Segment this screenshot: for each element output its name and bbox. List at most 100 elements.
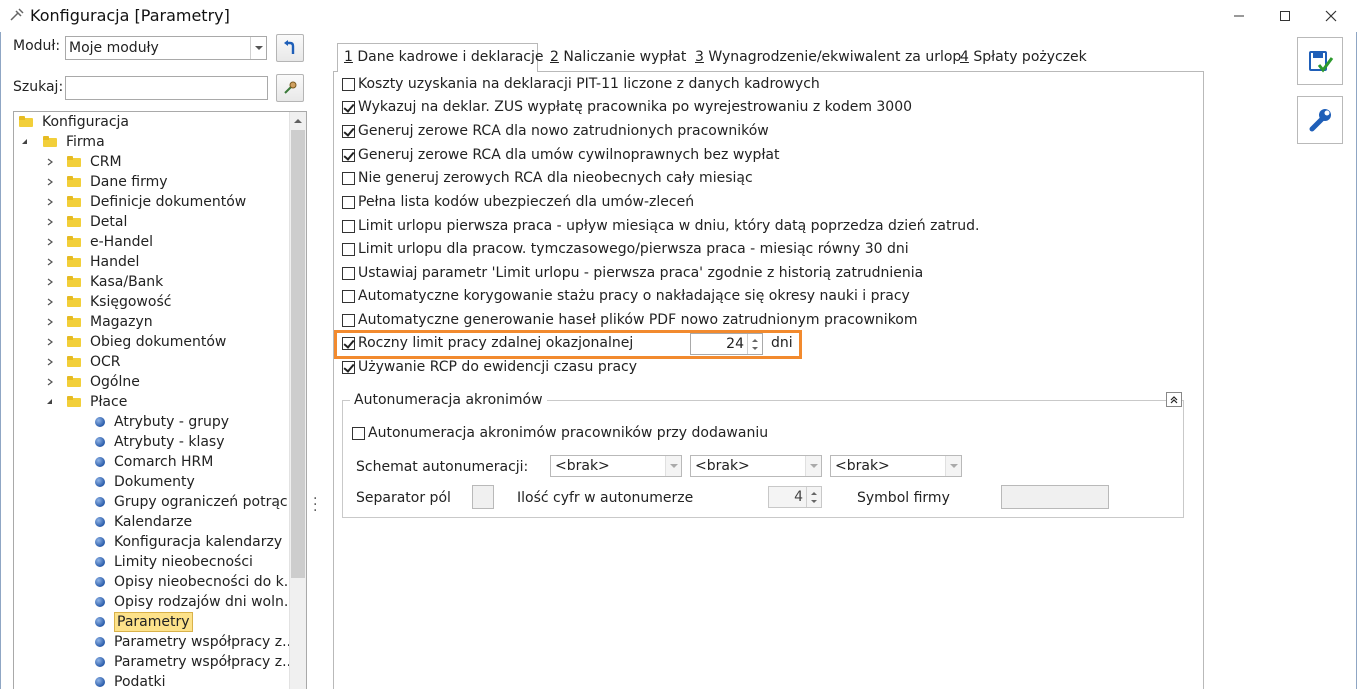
close-button[interactable] — [1308, 0, 1354, 32]
module-select[interactable]: Moje moduły — [65, 36, 267, 60]
checkbox-icon[interactable] — [342, 196, 355, 209]
tree-leaf-item[interactable]: Konfiguracja kalendarzy — [14, 532, 289, 552]
collapsed-arrow-icon[interactable] — [45, 332, 55, 352]
close-icon — [1325, 10, 1337, 22]
tree-leaf-item[interactable]: Parametry — [14, 612, 289, 632]
tree-leaf-item[interactable]: Parametry współpracy z... — [14, 652, 296, 672]
save-button[interactable] — [1297, 37, 1343, 85]
tree-folder-item[interactable]: Ogólne — [14, 372, 289, 392]
config-tree[interactable]: Konfiguracja Firma CRM Dane firmy Definicje … — [13, 111, 307, 689]
digits-spinner[interactable]: 4 — [768, 486, 822, 508]
tree-folder-item[interactable]: Obieg dokumentów — [14, 332, 289, 352]
checkbox-checked-icon[interactable] — [342, 149, 355, 162]
option-label: Limit urlopu pierwsza praca - upływ mies… — [358, 218, 980, 234]
checkbox-checked-icon[interactable] — [342, 101, 355, 114]
tree-leaf-item[interactable]: Grupy ograniczeń potrąc... — [14, 492, 301, 512]
search-input[interactable] — [65, 76, 268, 100]
tree-leaf-item[interactable]: Opisy nieobecności do k... — [14, 572, 297, 592]
option-label: Generuj zerowe RCA dla nowo zatrudnionyc… — [358, 123, 769, 139]
tree-folder-item[interactable]: Handel — [14, 252, 289, 272]
remote-limit-spinner[interactable]: 24 — [690, 333, 763, 355]
tree-leaf-item[interactable]: Podatki — [14, 672, 289, 689]
folder-icon — [67, 276, 81, 287]
back-button[interactable] — [276, 34, 304, 62]
tree-folder-item[interactable]: Dane firmy — [14, 172, 289, 192]
settings-item-icon — [95, 557, 105, 567]
tree-folder-item[interactable]: Firma — [14, 132, 289, 152]
minimize-button[interactable] — [1216, 0, 1262, 32]
collapsed-arrow-icon[interactable] — [45, 272, 55, 292]
spin-up-icon[interactable] — [807, 487, 821, 497]
tree-folder-item[interactable]: Definicje dokumentów — [14, 192, 289, 212]
tree-leaf-item[interactable]: Kalendarze — [14, 512, 289, 532]
maximize-button[interactable] — [1262, 0, 1308, 32]
tree-folder-item[interactable]: Kasa/Bank — [14, 272, 289, 292]
collapsed-arrow-icon[interactable] — [45, 172, 55, 192]
search-button[interactable] — [276, 74, 304, 102]
tree-item-label: Parametry współpracy z... — [114, 634, 296, 650]
splitter-handle[interactable]: · · · — [313, 492, 317, 518]
checkbox-checked-icon[interactable] — [342, 361, 355, 374]
collapsed-arrow-icon[interactable] — [45, 152, 55, 172]
checkbox-checked-icon[interactable] — [342, 125, 355, 138]
tree-item-label: Atrybuty - grupy — [114, 414, 230, 430]
checkbox-icon[interactable] — [342, 78, 355, 91]
tree-leaf-item[interactable]: Opisy rodzajów dni woln... — [14, 592, 297, 612]
tree-scrollbar[interactable] — [289, 112, 306, 689]
edit-button[interactable] — [1297, 96, 1343, 144]
checkbox-icon[interactable] — [342, 267, 355, 280]
spin-up-icon[interactable] — [748, 334, 762, 344]
settings-item-icon — [95, 477, 105, 487]
symbol-input[interactable] — [1001, 485, 1109, 509]
expanded-arrow-icon[interactable] — [20, 132, 30, 152]
spin-down-icon[interactable] — [748, 344, 762, 354]
spin-down-icon[interactable] — [807, 497, 821, 507]
tree-folder-item[interactable]: OCR — [14, 352, 289, 372]
schema-select-1[interactable]: <brak> — [550, 455, 682, 477]
tree-folder-item[interactable]: Detal — [14, 212, 289, 232]
tab-splaty-pozyczek[interactable]: 4 Spłaty pożyczek — [954, 44, 1093, 71]
folder-icon — [67, 156, 81, 167]
collapse-button[interactable] — [1166, 392, 1182, 407]
tree-folder-item[interactable]: Płace — [14, 392, 289, 412]
separator-input[interactable] — [472, 485, 494, 509]
tree-folder-item[interactable]: Konfiguracja — [14, 112, 289, 132]
expanded-arrow-icon[interactable] — [45, 392, 55, 412]
tree-folder-item[interactable]: Magazyn — [14, 312, 289, 332]
tree-item-label: Comarch HRM — [114, 454, 214, 470]
tree-leaf-item[interactable]: Parametry współpracy z... — [14, 632, 296, 652]
checkbox-icon[interactable] — [342, 290, 355, 303]
tab-naliczanie-wyplat[interactable]: 2 Naliczanie wypłat — [544, 44, 692, 71]
option-label: Generuj zerowe RCA dla umów cywilnoprawn… — [358, 147, 780, 163]
collapsed-arrow-icon[interactable] — [45, 292, 55, 312]
tree-leaf-item[interactable]: Dokumenty — [14, 472, 289, 492]
chevron-down-icon — [945, 456, 961, 476]
collapsed-arrow-icon[interactable] — [45, 232, 55, 252]
collapsed-arrow-icon[interactable] — [45, 312, 55, 332]
checkbox-icon[interactable] — [342, 172, 355, 185]
tree-leaf-item[interactable]: Atrybuty - klasy — [14, 432, 289, 452]
schema-select-3[interactable]: <brak> — [830, 455, 962, 477]
collapsed-arrow-icon[interactable] — [45, 192, 55, 212]
collapsed-arrow-icon[interactable] — [45, 352, 55, 372]
checkbox-icon[interactable] — [352, 427, 365, 440]
tree-leaf-item[interactable]: Comarch HRM — [14, 452, 289, 472]
checkbox-icon[interactable] — [342, 314, 355, 327]
checkbox-icon[interactable] — [342, 243, 355, 256]
tab-wynagrodzenie[interactable]: 3 Wynagrodzenie/ekwiwalent za urlop — [689, 44, 967, 71]
tree-folder-item[interactable]: Księgowość — [14, 292, 289, 312]
scroll-thumb[interactable] — [291, 130, 305, 578]
scroll-up-button[interactable] — [290, 112, 306, 129]
collapsed-arrow-icon[interactable] — [45, 212, 55, 232]
collapsed-arrow-icon[interactable] — [45, 252, 55, 272]
tree-folder-item[interactable]: e-Handel — [14, 232, 289, 252]
window-title: Konfiguracja [Parametry] — [30, 6, 230, 25]
checkbox-icon[interactable] — [342, 220, 355, 233]
collapsed-arrow-icon[interactable] — [45, 372, 55, 392]
schema-select-2[interactable]: <brak> — [690, 455, 822, 477]
tree-leaf-item[interactable]: Atrybuty - grupy — [14, 412, 289, 432]
tab-dane-kadrowe[interactable]: 1 Dane kadrowe i deklaracje — [337, 43, 543, 72]
tree-folder-item[interactable]: CRM — [14, 152, 289, 172]
tree-leaf-item[interactable]: Limity nieobecności — [14, 552, 289, 572]
tree-item-label: Obieg dokumentów — [90, 334, 227, 350]
